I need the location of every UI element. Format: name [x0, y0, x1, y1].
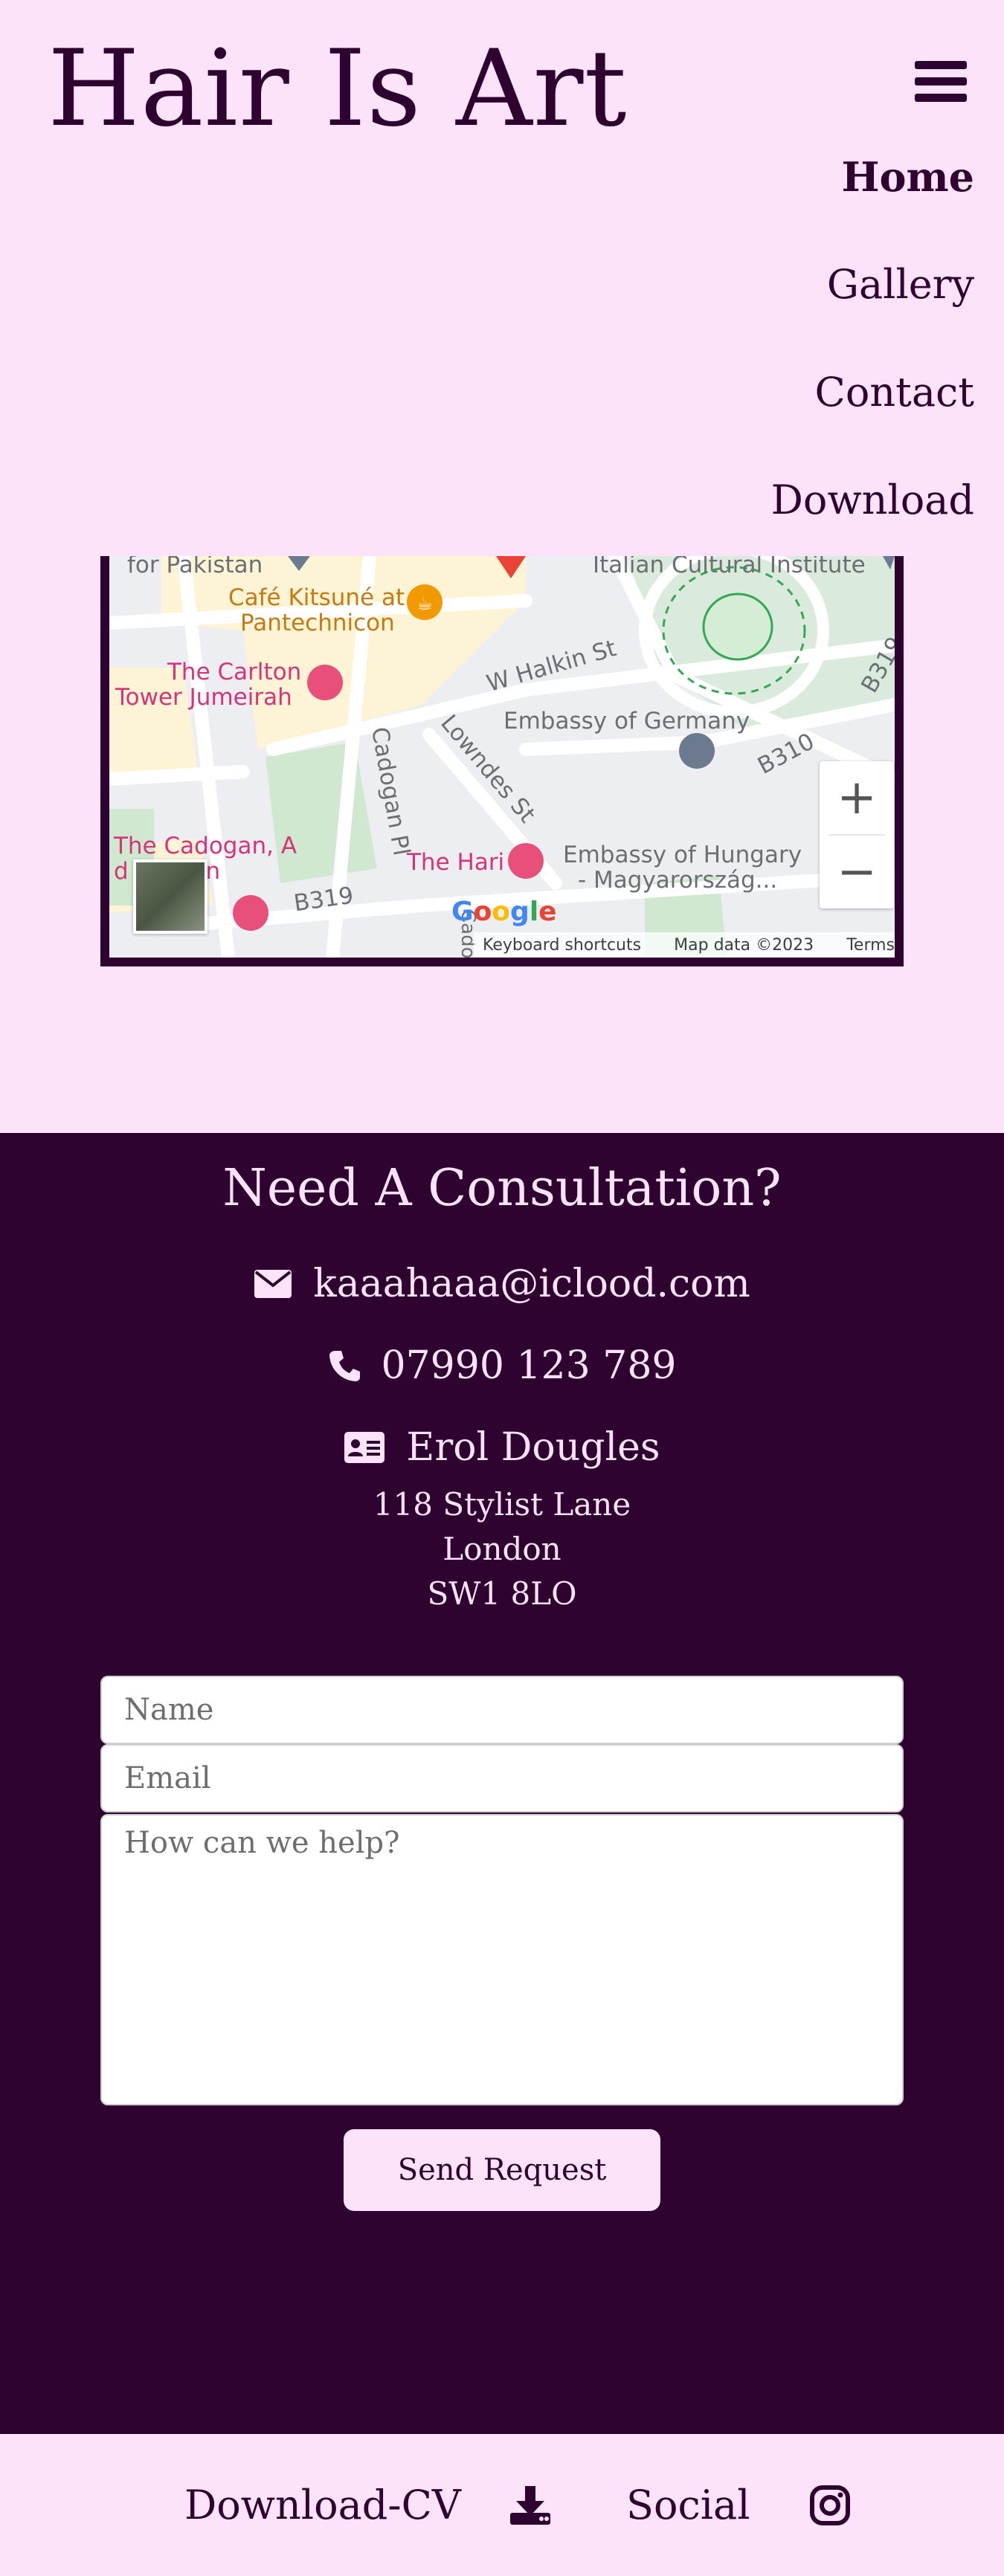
download-cv-link[interactable]: Download-CV	[184, 2434, 461, 2576]
nav-item-contact[interactable]: Contact	[771, 364, 974, 472]
map-label-italian: Italian Cultural Institute	[593, 556, 866, 578]
map-label-cafe-1: Café Kitsuné at	[228, 584, 405, 611]
consultation-section: Need A Consultation? kaaahaaa@iclood.com…	[0, 1133, 1004, 2434]
keyboard-shortcuts-link[interactable]: Keyboard shortcuts	[483, 936, 641, 955]
terms-link[interactable]: Terms	[846, 936, 895, 955]
contact-name: Erol Dougles	[406, 1425, 660, 1470]
satellite-toggle[interactable]	[133, 859, 207, 934]
map-label-hari: The Hari	[407, 849, 505, 876]
site-title: Hair Is Art	[48, 28, 628, 150]
map-footer: Keyboard shortcuts Map data ©2023 Terms	[474, 932, 895, 958]
map-label-carlton-1: The Carlton	[167, 659, 302, 685]
zoom-out-button[interactable]: −	[820, 836, 894, 908]
map-label-pakistan: for Pakistan	[127, 556, 263, 578]
zoom-controls: + −	[820, 761, 894, 908]
postal-address: 118 Stylist Lane London SW1 8LO	[0, 1482, 1004, 1616]
map-data-text: Map data ©2023	[674, 935, 814, 955]
address-line-1: 118 Stylist Lane	[373, 1486, 631, 1523]
map-label-carlton-2: Tower Jumeirah	[115, 684, 292, 711]
map-label-cadogan-1: The Cadogan, A	[114, 833, 297, 859]
map-label-hungary-2: - Magyarország...	[578, 867, 778, 894]
nav-item-gallery[interactable]: Gallery	[771, 256, 974, 364]
email-text[interactable]: kaaahaaa@iclood.com	[313, 1258, 750, 1310]
map-label-hungary-1: Embassy of Hungary	[563, 842, 802, 868]
bars-icon[interactable]	[915, 61, 967, 103]
name-input[interactable]	[100, 1676, 904, 1744]
email-input[interactable]	[100, 1744, 904, 1812]
map-label-germany: Embassy of Germany	[503, 708, 750, 735]
phone-text[interactable]: 07990 123 789	[382, 1340, 677, 1392]
download-icon[interactable]	[509, 2434, 552, 2576]
map-label-cafe-2: Pantechnicon	[240, 610, 395, 636]
name-line: Erol Dougles	[0, 1421, 1004, 1473]
send-request-button[interactable]: Send Request	[344, 2129, 660, 2211]
google-logo: Google	[451, 897, 557, 927]
email-line: kaaahaaa@iclood.com	[0, 1258, 1004, 1310]
phone-icon	[329, 1351, 360, 1381]
nav-item-home[interactable]: Home	[771, 149, 974, 256]
site-footer: Download-CV Social	[0, 2434, 1004, 2576]
envelope-icon	[254, 1270, 292, 1298]
phone-line: 07990 123 789	[0, 1340, 1004, 1392]
message-textarea[interactable]	[100, 1814, 904, 2105]
address-line-2: London	[443, 1531, 561, 1567]
instagram-icon[interactable]	[809, 2434, 851, 2576]
address-line-3: SW1 8LO	[427, 1575, 577, 1612]
main-nav: Home Gallery Contact Download	[771, 149, 974, 580]
social-link[interactable]: Social	[626, 2434, 750, 2576]
svg-text:☕: ☕	[416, 593, 433, 614]
consultation-heading: Need A Consultation?	[222, 1159, 782, 1218]
zoom-in-button[interactable]: +	[820, 761, 894, 834]
address-card-icon	[344, 1432, 385, 1463]
location-map[interactable]: ☕ for Pakistan Italian Cultural Institut…	[100, 556, 904, 966]
